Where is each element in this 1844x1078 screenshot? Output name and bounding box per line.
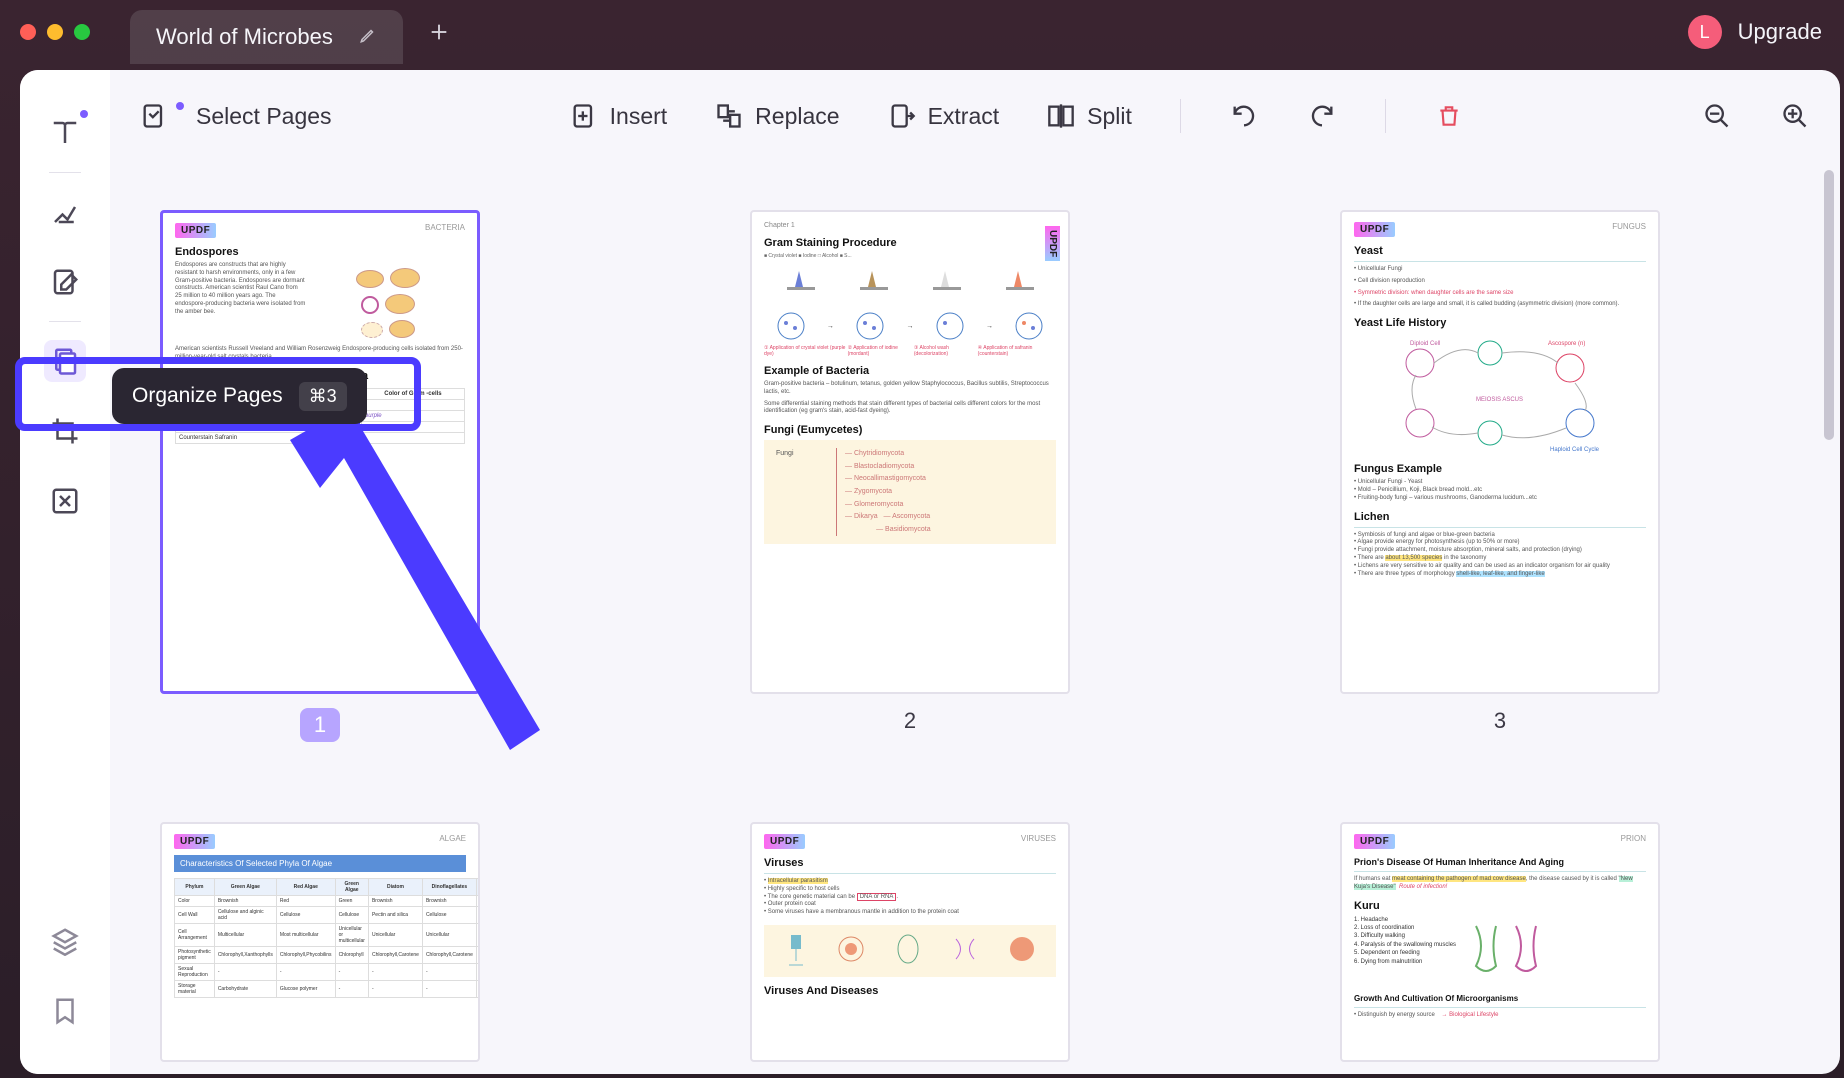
delete-button[interactable] — [1434, 101, 1464, 131]
sidebar-organize-pages[interactable] — [44, 340, 86, 382]
section-heading: Yeast — [1354, 245, 1646, 257]
zoom-in-button[interactable] — [1780, 101, 1810, 131]
section-heading: Characteristics Of Selected Phyla Of Alg… — [174, 855, 466, 872]
page-thumbnail-1[interactable]: UPDF BACTERIA Endospores Endospores are … — [160, 210, 480, 742]
page-number: 2 — [904, 708, 916, 734]
page-thumbnail-4[interactable]: UPDF ALGAE Characteristics Of Selected P… — [160, 822, 480, 1062]
split-label: Split — [1087, 103, 1132, 130]
sidebar-bookmark[interactable] — [44, 990, 86, 1032]
body-text: Gram-positive bacteria – botulinum, teta… — [764, 381, 1056, 397]
body-text: American scientists Russell Vreeland and… — [175, 346, 465, 362]
sidebar-separator — [49, 172, 81, 173]
title-bar: World of Microbes L Upgrade — [0, 0, 1844, 64]
page-corner: ALGAE — [439, 834, 466, 843]
brand-logo: UPDF — [175, 223, 216, 238]
select-pages-button[interactable]: Select Pages — [140, 102, 332, 130]
page-corner: BACTERIA — [425, 223, 465, 232]
thumbnail-grid: UPDF BACTERIA Endospores Endospores are … — [130, 170, 1820, 1074]
svg-text:Ascospore (n): Ascospore (n) — [1548, 341, 1585, 347]
sidebar-crop[interactable] — [44, 410, 86, 452]
sidebar-reader[interactable] — [44, 112, 86, 154]
close-window-button[interactable] — [20, 24, 36, 40]
sidebar-tools[interactable] — [44, 480, 86, 522]
section-heading: Gram Staining Procedure — [764, 237, 1056, 249]
brand-logo: UPDF — [174, 834, 215, 849]
section-heading: Fungi (Eumycetes) — [764, 424, 1056, 436]
toolbar-divider — [1180, 99, 1181, 133]
page-corner: FUNGUS — [1612, 222, 1646, 231]
rotate-left-button[interactable] — [1229, 101, 1259, 131]
select-pages-label: Select Pages — [196, 103, 332, 130]
page-corner: PRION — [1621, 834, 1646, 843]
svg-text:Haploid Cell Cycle: Haploid Cell Cycle — [1550, 447, 1600, 453]
extract-label: Extract — [928, 103, 1000, 130]
document-tab[interactable]: World of Microbes — [130, 10, 403, 64]
toolbar-divider — [1385, 99, 1386, 133]
page-thumbnail-6[interactable]: UPDF PRION Prion's Disease Of Human Inhe… — [1340, 822, 1660, 1062]
zoom-out-button[interactable] — [1702, 101, 1732, 131]
sidebar-layers[interactable] — [44, 920, 86, 962]
sidebar-edit[interactable] — [44, 261, 86, 303]
new-tab-button[interactable] — [425, 18, 453, 46]
brand-logo: UPDF — [764, 834, 805, 849]
section-heading: Viruses — [764, 857, 1056, 869]
scrollbar-thumb[interactable] — [1824, 170, 1834, 440]
sidebar — [20, 70, 110, 1074]
sidebar-highlight[interactable] — [44, 191, 86, 233]
tooltip-label: Organize Pages — [132, 384, 283, 408]
section-heading: Fungus Example — [1354, 463, 1646, 475]
rotate-right-button[interactable] — [1307, 101, 1337, 131]
page-number: 1 — [300, 708, 340, 742]
window-controls — [20, 24, 90, 40]
notification-dot-icon — [80, 110, 88, 118]
organize-pages-tooltip: Organize Pages ⌘3 — [112, 368, 367, 424]
body-text: Some differential staining methods that … — [764, 401, 1056, 417]
svg-text:MEIOSIS ASCUS: MEIOSIS ASCUS — [1476, 397, 1523, 403]
organize-toolbar: Select Pages Insert Replace Extract Spli… — [140, 88, 1810, 144]
replace-button[interactable]: Replace — [715, 102, 839, 130]
avatar[interactable]: L — [1688, 15, 1722, 49]
section-heading: Yeast Life History — [1354, 317, 1646, 329]
upgrade-button[interactable]: Upgrade — [1738, 19, 1822, 45]
body-text: Endospores are constructs that are highl… — [175, 262, 306, 342]
split-button[interactable]: Split — [1047, 102, 1132, 130]
page-corner: VIRUSES — [1021, 834, 1056, 843]
brand-logo: UPDF — [1045, 226, 1060, 261]
insert-label: Insert — [610, 103, 668, 130]
main-window: Select Pages Insert Replace Extract Spli… — [20, 70, 1840, 1074]
rename-icon[interactable] — [359, 24, 377, 50]
page-thumbnail-3[interactable]: UPDF FUNGUS Yeast • Unicellular Fungi • … — [1340, 210, 1660, 742]
sidebar-separator — [49, 321, 81, 322]
section-heading: Growth And Cultivation Of Microorganisms — [1354, 994, 1646, 1003]
insert-button[interactable]: Insert — [570, 102, 668, 130]
page-number: 3 — [1494, 708, 1506, 734]
minimize-window-button[interactable] — [47, 24, 63, 40]
brand-logo: UPDF — [1354, 222, 1395, 237]
scrollbar-track[interactable] — [1824, 170, 1834, 1054]
section-heading: Prion's Disease Of Human Inheritance And… — [1354, 857, 1646, 867]
replace-label: Replace — [755, 103, 839, 130]
maximize-window-button[interactable] — [74, 24, 90, 40]
tooltip-shortcut: ⌘3 — [299, 382, 347, 411]
document-tab-title: World of Microbes — [156, 24, 333, 50]
page-thumbnail-5[interactable]: UPDF VIRUSES Viruses • Intracellular par… — [750, 822, 1070, 1062]
brand-logo: UPDF — [1354, 834, 1395, 849]
section-heading: Viruses And Diseases — [764, 985, 1056, 997]
page-thumbnail-2[interactable]: Chapter 1 UPDF Gram Staining Procedure ■… — [750, 210, 1070, 742]
notification-dot-icon — [176, 102, 184, 110]
section-heading: Kuru — [1354, 900, 1646, 912]
section-heading: Endospores — [175, 246, 465, 258]
section-heading: Example of Bacteria — [764, 365, 1056, 377]
extract-button[interactable]: Extract — [888, 102, 1000, 130]
svg-text:Diploid Cell: Diploid Cell — [1410, 341, 1440, 347]
section-heading: Lichen — [1354, 511, 1646, 523]
